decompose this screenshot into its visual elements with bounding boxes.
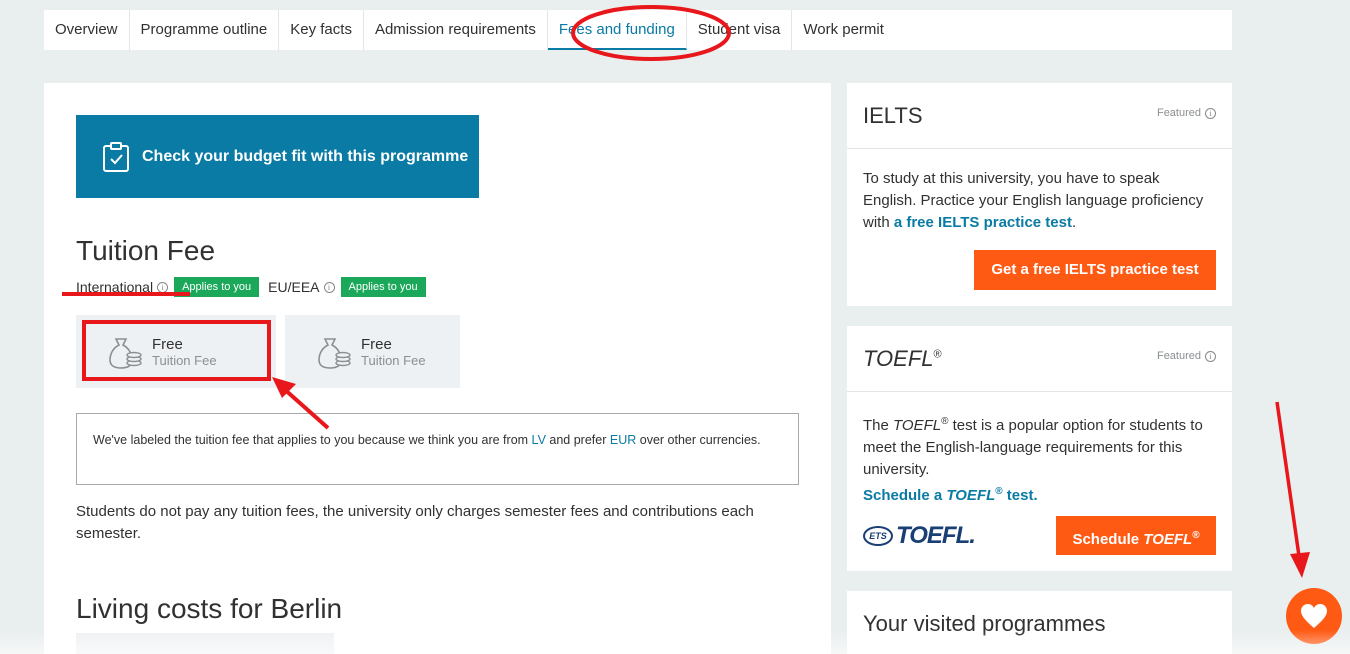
tab-admission-requirements[interactable]: Admission requirements	[364, 10, 548, 50]
toefl-name: TOEFL	[893, 417, 942, 434]
tab-programme-outline[interactable]: Programme outline	[130, 10, 280, 50]
note-text: We've labeled the tuition fee that appli…	[93, 433, 532, 447]
featured-tag: Featured i	[1157, 107, 1216, 119]
eu-label: EU/EEA	[268, 279, 320, 295]
money-bag-icon	[109, 337, 142, 369]
toefl-title: TOEFL®	[863, 346, 942, 372]
info-icon[interactable]: i	[1205, 350, 1216, 362]
international-label-group: International i Applies to you	[76, 277, 260, 297]
fees-panel: Check your budget fit with this programm…	[44, 83, 831, 654]
international-label: International	[76, 279, 154, 295]
tab-overview[interactable]: Overview	[44, 10, 130, 50]
budget-fit-button[interactable]: Check your budget fit with this programm…	[76, 115, 479, 198]
toefl-text: The	[863, 417, 894, 434]
button-text: Schedule	[1072, 531, 1144, 548]
ielts-practice-button[interactable]: Get a free IELTS practice test	[974, 250, 1216, 290]
fee-amount: Free	[152, 335, 183, 353]
registered-mark: ®	[933, 348, 942, 361]
tuition-description: Students do not pay any tuition fees, th…	[76, 503, 754, 542]
info-icon[interactable]: i	[157, 281, 169, 293]
fee-card-eu: Free Tuition Fee	[285, 315, 460, 388]
ielts-text-end: .	[1071, 214, 1077, 231]
toefl-card-body: The TOEFL® test is a popular option for …	[847, 392, 1232, 526]
tuition-fee-heading: Tuition Fee	[76, 235, 216, 266]
eu-label-group: EU/EEA i Applies to you	[268, 277, 426, 297]
toefl-card-header: TOEFL® Featured i	[847, 326, 1232, 392]
visited-card-header: Your visited programmes	[847, 591, 1232, 654]
ielts-card-body: To study at this university, you have to…	[847, 149, 1232, 253]
fee-unit: Tuition Fee	[361, 352, 426, 368]
tuition-label-note: We've labeled the tuition fee that appli…	[76, 413, 799, 485]
applies-badge-eu: Applies to you	[340, 277, 426, 297]
currency-link[interactable]: EUR	[610, 433, 636, 447]
registered-mark: ®	[995, 486, 1003, 497]
featured-tag: Featured i	[1157, 350, 1216, 362]
fee-unit: Tuition Fee	[152, 352, 217, 368]
ets-toefl-logo: ETS TOEFL.	[863, 522, 976, 550]
schedule-toefl-link[interactable]: Schedule a TOEFL® test.	[863, 486, 1038, 504]
toefl-name: TOEFL	[946, 487, 996, 504]
tab-work-permit[interactable]: Work permit	[792, 10, 895, 50]
fee-card-international: Free Tuition Fee	[76, 315, 276, 388]
ielts-card-header: IELTS Featured i	[847, 83, 1232, 149]
note-text: and prefer	[545, 433, 610, 447]
fee-amount: Free	[361, 335, 392, 353]
favourite-button[interactable]	[1286, 588, 1342, 644]
budget-fit-label: Check your budget fit with this programm…	[142, 147, 469, 165]
link-text: test.	[1002, 487, 1038, 504]
featured-label: Featured	[1156, 107, 1201, 119]
visited-title: Your visited programmes	[863, 611, 1106, 636]
country-link[interactable]: LV	[532, 433, 546, 447]
money-bag-icon	[318, 337, 351, 369]
applies-badge-international: Applies to you	[174, 277, 260, 297]
info-icon[interactable]: i	[1205, 107, 1216, 119]
registered-mark: ®	[1192, 530, 1200, 541]
fee-audience-labels: International i Applies to you EU/EEA i …	[76, 277, 426, 297]
living-cost-card	[76, 633, 334, 654]
toefl-title-text: TOEFL	[863, 345, 934, 371]
living-costs-heading: Living costs for Berlin	[76, 593, 343, 624]
ielts-title: IELTS	[863, 102, 923, 128]
heart-icon	[1301, 604, 1327, 628]
tab-student-visa[interactable]: Student visa	[687, 10, 793, 50]
clipboard-check-icon	[103, 141, 129, 172]
tab-fees-and-funding[interactable]: Fees and funding	[547, 10, 687, 50]
toefl-logo-word: TOEFL.	[896, 522, 976, 549]
note-text: over other currencies.	[636, 433, 761, 447]
visited-programmes-card: Your visited programmes	[847, 591, 1232, 654]
schedule-toefl-button[interactable]: Schedule TOEFL®	[1056, 516, 1216, 555]
featured-label: Featured	[1156, 350, 1201, 362]
ets-logo-mark: ETS	[863, 526, 893, 546]
ielts-practice-link[interactable]: a free IELTS practice test	[894, 214, 1072, 231]
toefl-card: TOEFL® Featured i The TOEFL® test is a po…	[847, 326, 1232, 571]
tab-key-facts[interactable]: Key facts	[279, 10, 364, 50]
toefl-name: TOEFL	[1143, 531, 1193, 548]
tab-bar: Overview Programme outline Key facts Adm…	[44, 10, 1232, 50]
ielts-card: IELTS Featured i To study at this univers…	[847, 83, 1232, 306]
info-icon[interactable]: i	[323, 281, 335, 293]
link-text: Schedule a	[863, 487, 947, 504]
